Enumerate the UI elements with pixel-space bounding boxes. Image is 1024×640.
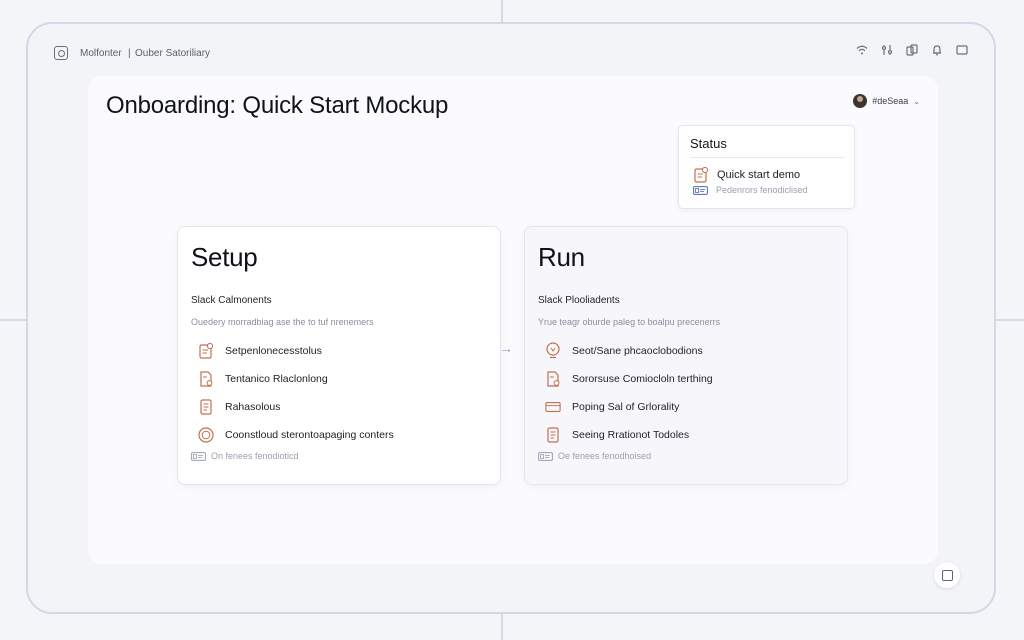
chevron-down-icon[interactable]: ⌄ (913, 97, 920, 106)
setup-card-footer-label: On fenees fenodioticd (211, 451, 299, 461)
status-item-secondary: Pedenrors fenodiclised (693, 185, 808, 195)
list-item-label: Sororsuse Comiocloln terthing (572, 373, 713, 385)
app-icon[interactable] (54, 46, 68, 60)
card-icon (545, 402, 561, 412)
document-settings-icon (200, 371, 213, 387)
status-secondary-label: Pedenrors fenodiclised (716, 185, 808, 195)
list-item[interactable]: Poping Sal of Grlorality (545, 393, 713, 421)
list-item-label: Seot/Sane phcaoclobodions (572, 345, 703, 357)
breadcrumb-app[interactable]: Molfonter (80, 48, 122, 59)
target-icon (198, 427, 214, 443)
list-item[interactable]: Tentanico Rlaclonlong (198, 365, 394, 393)
run-card-footer: Oe fenees fenodhoised (538, 451, 651, 461)
avatar[interactable] (853, 94, 868, 108)
run-card-footer-label: Oe fenees fenodhoised (558, 451, 652, 461)
setup-step-list: Setpenlonecesstolus Tentanico Rlaclonlon… (198, 337, 394, 449)
clipboard-icon (547, 427, 559, 443)
document-settings-icon (547, 371, 560, 387)
breadcrumb-separator: | (128, 48, 131, 59)
run-card-description: Yrue teagr oburde paleg to boalpu precen… (538, 317, 721, 327)
status-divider (690, 157, 844, 158)
user-menu[interactable]: #deSeaa ⌄ (853, 94, 920, 108)
sliders-icon[interactable] (881, 44, 893, 56)
window-toggle-button[interactable] (934, 562, 960, 588)
list-item-label: Setpenlonecesstolus (225, 345, 322, 357)
run-card-title: Run (538, 242, 585, 272)
system-tray (856, 44, 968, 56)
id-card-icon (538, 451, 553, 461)
window-icon[interactable] (956, 44, 968, 56)
wifi-icon[interactable] (856, 44, 868, 56)
document-check-icon (694, 166, 709, 183)
breadcrumb-page[interactable]: Ouber Satoriliary (135, 48, 210, 59)
setup-card[interactable]: Setup Slack Calmonents Ouedery morradbia… (177, 226, 501, 485)
list-item-label: Coonstloud sterontoapaging conters (225, 429, 394, 441)
run-card[interactable]: Run Slack Plooliadents Yrue teagr oburde… (524, 226, 848, 485)
status-item-primary[interactable]: Quick start demo (693, 166, 800, 184)
status-primary-label: Quick start demo (717, 169, 801, 181)
page-title: Onboarding: Quick Start Mockup (106, 92, 449, 119)
status-panel: Status Quick start demo Pedenrors fenodi… (678, 125, 855, 209)
setup-card-subtitle: Slack Calmonents (191, 295, 272, 306)
document-check-icon (199, 342, 214, 359)
flow-arrow-icon: → (499, 340, 513, 356)
list-item-label: Poping Sal of Grlorality (572, 401, 680, 413)
id-card-icon (693, 185, 708, 195)
user-name[interactable]: #deSeaa (872, 96, 908, 106)
list-item[interactable]: Seeing Rrationot Todoles (545, 421, 713, 449)
titlebar: Molfonter | Ouber Satoriliary (28, 24, 994, 82)
clipboard-icon (200, 399, 212, 415)
bell-icon[interactable] (931, 44, 943, 56)
list-item[interactable]: Rahasolous (198, 393, 394, 421)
list-item[interactable]: Seot/Sane phcaoclobodions (545, 337, 713, 365)
run-step-list: Seot/Sane phcaoclobodions Sororsuse Comi… (545, 337, 713, 449)
list-item[interactable]: Sororsuse Comiocloln terthing (545, 365, 713, 393)
setup-card-description: Ouedery morradbiag ase the to tuf nrenem… (191, 317, 374, 327)
layers-icon[interactable] (906, 44, 918, 56)
setup-card-title: Setup (191, 242, 258, 272)
list-item[interactable]: Setpenlonecesstolus (198, 337, 394, 365)
setup-card-footer: On fenees fenodioticd (191, 451, 299, 461)
id-card-icon (191, 451, 206, 461)
list-item-label: Seeing Rrationot Todoles (572, 429, 690, 441)
run-card-subtitle: Slack Plooliadents (538, 295, 620, 306)
list-item[interactable]: Coonstloud sterontoapaging conters (198, 421, 394, 449)
app-window: Molfonter | Ouber Satoriliary Onboarding… (26, 22, 996, 614)
status-title: Status (690, 136, 727, 151)
list-item-label: Tentanico Rlaclonlong (225, 373, 328, 385)
main-panel: Onboarding: Quick Start Mockup #deSeaa ⌄… (88, 76, 938, 564)
lightbulb-icon (546, 342, 560, 359)
list-item-label: Rahasolous (225, 401, 281, 413)
